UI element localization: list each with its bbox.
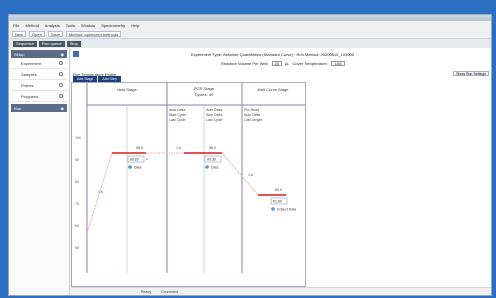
sidebar-item-samples[interactable]: Samples	[11, 69, 67, 80]
cover-temp-label: Cover Temperature:	[292, 61, 328, 66]
step-note: Auto Delta	[169, 108, 185, 112]
sidebar-item-probes[interactable]: Probes	[11, 80, 67, 91]
menu-analysis[interactable]: Analysis	[45, 23, 60, 28]
menu-file[interactable]: File	[13, 23, 19, 28]
step-note: Last Cycle	[169, 118, 185, 122]
chevron-down-icon[interactable]: ▾	[146, 158, 148, 162]
main-panel: Experiment Type: Absolute Quantitation (…	[71, 48, 491, 295]
stage-subtitle: Cycles: 40	[195, 92, 214, 97]
status-left: Ready	[141, 289, 152, 294]
status-circle-icon	[59, 72, 63, 76]
step-note: Start Cycle	[169, 113, 186, 117]
stage-title: Melt Curve Stage	[258, 87, 290, 92]
status-bar: Ready Connected	[71, 287, 491, 295]
expand-icon: ◉	[60, 105, 65, 111]
sequence-button[interactable]: Sequence	[13, 40, 38, 47]
cover-temp-input[interactable]: 105	[330, 61, 346, 66]
experiment-header: Experiment Type: Absolute Quantitation (…	[71, 48, 491, 72]
new-button[interactable]: New	[12, 31, 27, 37]
main-toolbar: New Open Save Method: optimized methods	[9, 30, 491, 39]
sidebar-item-label: Probes	[21, 82, 34, 88]
ramp-rate-label: 1.6	[98, 190, 103, 194]
sidebar-run-label: Run	[14, 105, 22, 111]
profile-graph: Hold Stage PCR Stage Cycles: 40 Melt Cur…	[75, 83, 305, 273]
step-temperature[interactable]: 60.0	[275, 188, 282, 192]
sidebar-item-label: Programs	[21, 93, 39, 99]
status-circle-icon	[59, 61, 63, 65]
secondary-toolbar: Sequence Run queue Stop	[9, 39, 491, 48]
step-note: Last Length	[244, 118, 262, 122]
ramp-rate-label: 1.6	[176, 146, 181, 150]
show-run-settings-button[interactable]: Show Run Settings	[453, 71, 489, 76]
ramp-rate-label: 1.6	[248, 173, 253, 177]
step-time-value: 00:30	[207, 158, 216, 162]
collect-data-icon[interactable]	[128, 165, 132, 169]
collapse-icon: ◉	[60, 51, 65, 57]
step-temperature[interactable]: 95.0	[209, 146, 216, 150]
status-circle-icon	[59, 83, 63, 87]
menu-tools[interactable]: Tools	[66, 23, 75, 28]
y-axis-label: 100	[75, 136, 81, 140]
menu-bar: File Method Analysis Tools Window Spectr…	[9, 21, 491, 30]
y-axis-label: 90	[75, 158, 79, 162]
collapse-sidebar-button[interactable]	[73, 51, 79, 57]
y-axis-label: 80	[75, 180, 79, 184]
step-note: Last Cycle	[206, 118, 222, 122]
y-axis-label: 60	[75, 224, 79, 228]
open-button[interactable]: Open	[29, 31, 45, 37]
collect-data-icon[interactable]	[271, 207, 275, 211]
sidebar-item-experiment[interactable]: Experiment	[11, 58, 67, 69]
step-note: Step Delta	[206, 113, 222, 117]
collect-data-label: Data	[134, 166, 141, 170]
menu-help[interactable]: Help	[131, 23, 139, 28]
step-note: Auto Delta	[244, 113, 260, 117]
method-selector[interactable]: Method: optimized methods	[65, 31, 122, 37]
step-time-value: 00:20	[130, 158, 139, 162]
stop-button[interactable]: Stop	[66, 40, 81, 47]
collect-data-label: Collect Data	[277, 208, 296, 212]
sidebar: Setup ◉ Experiment Samples Probes Progra…	[9, 48, 70, 295]
y-axis-label: 50	[75, 246, 79, 250]
step-note: Pre-Read	[244, 108, 259, 112]
step-temperature[interactable]: 95.0	[136, 146, 143, 150]
sidebar-run-header[interactable]: Run ◉	[11, 104, 67, 112]
y-axis-label: 70	[75, 202, 79, 206]
save-button[interactable]: Save	[47, 31, 63, 37]
stage-title: PCR Stage	[194, 86, 215, 91]
sidebar-header-label: Setup	[14, 51, 25, 57]
volume-unit: µL	[284, 61, 290, 66]
application-window: File Method Analysis Tools Window Spectr…	[8, 14, 492, 296]
sidebar-item-programs[interactable]: Programs	[11, 91, 67, 102]
sidebar-item-label: Experiment	[21, 60, 42, 66]
experiment-title: Experiment Type: Absolute Quantitation (…	[191, 52, 354, 57]
run-queue-button[interactable]: Run queue	[39, 40, 65, 47]
reaction-volume-input[interactable]: 20	[271, 61, 282, 66]
stage-title: Hold Stage	[117, 87, 138, 92]
temperature-profile: Hold Stage PCR Stage Cycles: 40 Melt Cur…	[71, 82, 306, 287]
collect-data-label: Data	[211, 166, 218, 170]
panel-title: Run Temperature Profile	[73, 72, 117, 77]
sidebar-item-label: Samples	[21, 71, 37, 77]
status-circle-icon	[59, 94, 63, 98]
reaction-settings: Reaction Volume Per Well: 20 µL Cover Te…	[221, 61, 346, 66]
sidebar-header[interactable]: Setup ◉	[11, 50, 67, 58]
menu-method[interactable]: Method	[25, 23, 38, 28]
menu-spectrometry[interactable]: Spectrometry	[101, 23, 125, 28]
step-note: Auto Delta	[206, 108, 222, 112]
collect-data-icon[interactable]	[205, 165, 209, 169]
menu-window[interactable]: Window	[81, 23, 95, 28]
step-time-value: 01:00	[273, 200, 282, 204]
reaction-volume-label: Reaction Volume Per Well:	[221, 61, 269, 66]
status-right: Connected	[161, 289, 179, 294]
